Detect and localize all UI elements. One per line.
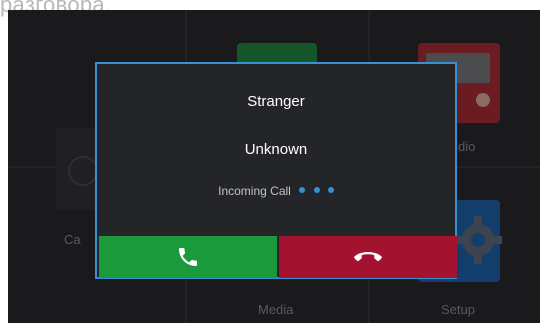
decline-call-button[interactable] [279,236,457,278]
call-status: Incoming Call [97,184,455,198]
tile-label-setup: Setup [441,302,475,317]
hang-up-icon [354,252,382,262]
accept-call-button[interactable] [99,236,277,278]
gear-icon [454,216,502,264]
call-icon [68,156,98,186]
phone-icon [179,248,197,266]
tile-label-radio: dio [458,139,476,154]
caller-name: Stranger [247,93,305,110]
incoming-call-dialog: Stranger Unknown Incoming Call [95,62,457,279]
tile-label-call: Ca [64,232,81,247]
progress-dot-icon [327,186,334,193]
tile-label-media: Media [258,302,294,317]
caller-number: Unknown [244,141,308,158]
progress-dot-icon [313,186,320,193]
progress-dot-icon [299,186,306,193]
radio-knob-icon [476,93,490,107]
call-status-label: Incoming Call [218,184,291,198]
